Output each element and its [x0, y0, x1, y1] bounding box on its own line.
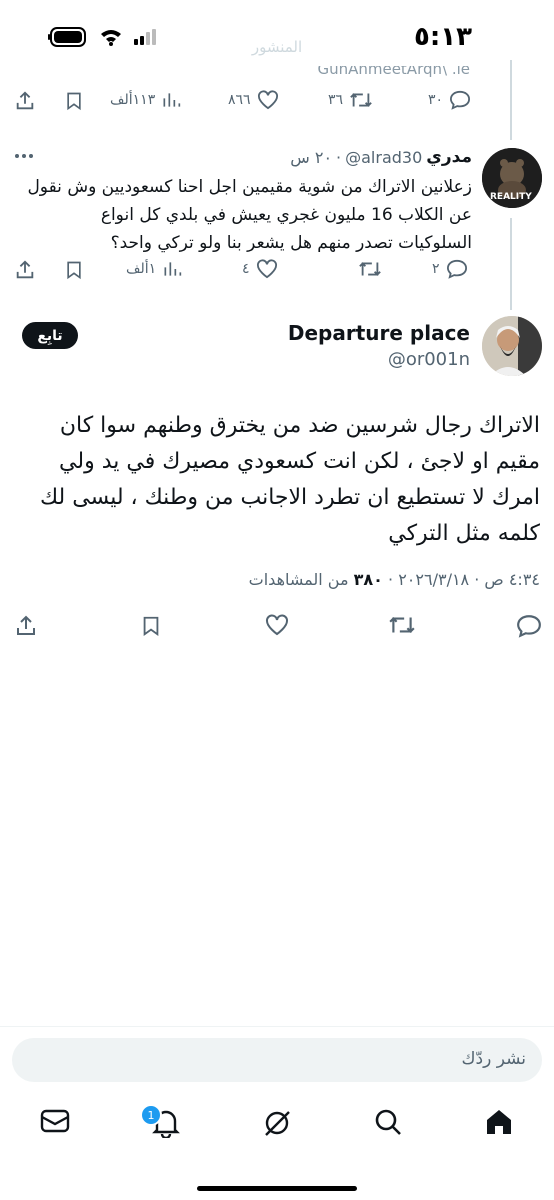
grok-icon [265, 1111, 290, 1136]
views-button[interactable]: ١١٣ألف [110, 90, 181, 110]
reply-button[interactable] [516, 614, 542, 638]
main-author-handle[interactable]: @or001n [388, 349, 470, 370]
heart-icon [266, 614, 288, 636]
views-count: ١١٣ألف [110, 92, 156, 108]
reply-author-name[interactable]: مدري [426, 147, 472, 167]
tweet-timestamp[interactable]: ٤:٣٤ ص · ٢٠٢٦/٣/١٨ · [383, 570, 540, 589]
follow-button[interactable]: تابِع [22, 322, 78, 349]
share-button[interactable] [14, 614, 38, 638]
reply-icon [450, 90, 471, 110]
reply-author-avatar[interactable]: REALITY [482, 148, 542, 208]
likes-count: ٤ [242, 261, 250, 277]
share-button[interactable] [14, 90, 36, 112]
views-label: من المشاهدات [248, 570, 354, 589]
heart-icon [256, 259, 277, 279]
replies-count: ٢ [432, 261, 440, 277]
header-title-faded: المنشور [251, 38, 303, 56]
retweet-button[interactable] [352, 259, 382, 279]
bookmark-button[interactable] [64, 90, 84, 112]
like-button[interactable]: ٤ [242, 259, 278, 279]
composer-divider [0, 1026, 554, 1027]
mail-icon [40, 1109, 70, 1133]
replies-count: ٣٠ [428, 92, 444, 108]
views-count: ١ألف [126, 261, 157, 277]
nav-home[interactable] [484, 1108, 514, 1140]
nav-search[interactable] [374, 1108, 402, 1140]
reply-button[interactable]: ٢ [432, 259, 468, 279]
top-tweet-actions: ١١٣ألف ٨٦٦ ٣٦ ٣٠ [0, 90, 554, 118]
reply-author-handle[interactable]: @alrad30 [345, 148, 422, 167]
search-icon [375, 1109, 401, 1135]
bookmark-icon [67, 92, 81, 111]
like-button[interactable]: ٨٦٦ [228, 90, 279, 110]
home-icon [487, 1110, 511, 1134]
share-button[interactable] [14, 259, 36, 281]
share-icon [16, 260, 34, 279]
bookmark-button[interactable] [64, 259, 84, 281]
reply-input-placeholder: نشر ردّك [461, 1049, 526, 1069]
retweets-count: ٣٦ [328, 92, 344, 108]
reply-time[interactable]: ٢٠ س [290, 148, 332, 167]
bookmark-icon [67, 261, 81, 280]
cropped-previous-line: GuhAhmeetArqh\ .le [317, 66, 470, 78]
main-author-name[interactable]: Departure place [288, 321, 470, 345]
nav-grok[interactable] [262, 1108, 292, 1142]
notifications-badge: 1 [140, 1104, 162, 1126]
views-button[interactable]: ١ألف [126, 259, 182, 279]
reply-header: مدري @alrad30 · ٢٠ س [290, 147, 472, 167]
retweet-icon [350, 93, 372, 107]
status-bar: ٥:١٣ [0, 0, 554, 70]
heart-icon [257, 90, 278, 110]
retweet-icon [359, 262, 381, 276]
person-avatar-image [482, 316, 542, 376]
retweet-button[interactable] [388, 614, 416, 636]
share-icon [16, 91, 34, 110]
main-tweet-actions [0, 614, 554, 644]
reply-tweet-text: زعلانين الاتراك من شوية مقيمين اجل احنا … [27, 177, 472, 253]
nav-messages[interactable] [40, 1108, 70, 1138]
main-author-avatar[interactable] [482, 316, 542, 376]
reply-tweet-actions: ١ألف ٤ ٢ [0, 259, 554, 287]
views-icon [164, 262, 182, 276]
reply-input[interactable]: نشر ردّك [12, 1038, 542, 1082]
more-options-button[interactable] [14, 145, 34, 164]
main-tweet-text: الاتراك رجال شرسين ضد من يخترق وطنهم سوا… [40, 413, 540, 546]
bookmark-icon [143, 616, 159, 637]
views-count: ٣٨٠ [353, 570, 383, 589]
retweet-icon [389, 617, 415, 633]
home-indicator [197, 1186, 357, 1191]
reply-button[interactable]: ٣٠ [428, 90, 471, 110]
main-tweet-meta: ٤:٣٤ ص · ٢٠٢٦/٣/١٨ · ٣٨٠ من المشاهدات [249, 570, 540, 589]
bookmark-button[interactable] [140, 614, 162, 638]
bottom-nav [0, 1100, 554, 1150]
retweet-button[interactable]: ٣٦ [328, 90, 373, 110]
reply-icon [446, 259, 467, 279]
reply-separator: · [336, 147, 342, 167]
avatar-caption: REALITY [490, 192, 532, 202]
like-button[interactable] [264, 614, 290, 636]
reply-icon [517, 615, 541, 638]
views-icon [163, 93, 181, 107]
likes-count: ٨٦٦ [228, 92, 251, 108]
more-icon [15, 154, 33, 158]
share-icon [17, 615, 35, 635]
